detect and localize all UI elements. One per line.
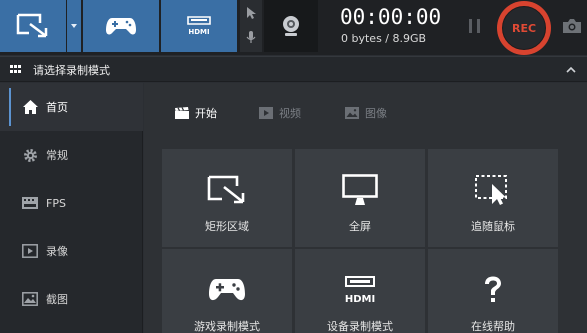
picture-icon	[345, 107, 359, 119]
sidebar-item-label: 常规	[46, 149, 68, 162]
hdmi-icon: HDMI	[187, 16, 211, 36]
tab-image[interactable]: 图像	[345, 104, 387, 122]
gamepad-icon	[162, 273, 292, 307]
sidebar-item-label: FPS	[46, 196, 66, 210]
webcam-icon	[283, 16, 299, 36]
home-icon	[22, 99, 38, 115]
tab-label: 开始	[195, 107, 217, 120]
rectangle-mode-button[interactable]	[0, 0, 66, 52]
gear-icon	[22, 147, 38, 163]
tile-device-mode[interactable]: HDMI 设备录制模式	[295, 249, 425, 333]
rectangle-area-icon	[162, 173, 292, 207]
tile-label: 游戏录制模式	[194, 320, 260, 333]
sidebar-item-general[interactable]: 常规	[0, 131, 143, 179]
question-icon	[428, 273, 558, 307]
record-label: REC	[502, 6, 546, 50]
sidebar-item-label: 录像	[46, 245, 68, 258]
microphone-icon[interactable]	[244, 30, 258, 44]
top-toolbar: HDMI 00:00:00 0 bytes / 8.9GB REC	[0, 0, 587, 55]
sidebar-item-video[interactable]: 录像	[0, 227, 143, 275]
webcam-button[interactable]	[264, 0, 318, 52]
file-size-readout: 0 bytes / 8.9GB	[341, 32, 427, 45]
sidebar: 首页 常规 FPS 录像 截图	[0, 83, 143, 333]
pause-button[interactable]	[469, 19, 481, 33]
sidebar-item-label: 截图	[46, 293, 68, 306]
monitor-icon	[295, 173, 425, 207]
camera-icon[interactable]	[562, 18, 582, 34]
gamepad-icon	[106, 18, 136, 35]
mode-select-bar: 请选择录制模式	[0, 56, 587, 82]
mode-select-title: 请选择录制模式	[33, 64, 110, 77]
hdmi-label: HDMI	[345, 294, 375, 304]
record-timer: 00:00:00	[340, 5, 442, 29]
play-icon	[259, 107, 273, 119]
hdmi-mode-button[interactable]: HDMI	[161, 0, 237, 52]
tile-label: 设备录制模式	[327, 320, 393, 333]
tile-online-help[interactable]: 在线帮助	[428, 249, 558, 333]
tile-label: 追随鼠标	[471, 220, 515, 233]
sidebar-item-home[interactable]: 首页	[0, 83, 143, 131]
mode-dropdown-button[interactable]	[67, 0, 81, 52]
hdmi-icon: HDMI	[295, 273, 425, 307]
sidebar-item-screenshot[interactable]: 截图	[0, 275, 143, 323]
cursor-source-icon[interactable]	[244, 6, 258, 20]
tab-label: 图像	[365, 107, 387, 120]
tab-label: 视频	[279, 107, 301, 120]
sidebar-item-fps[interactable]: FPS	[0, 179, 143, 227]
tile-follow-mouse[interactable]: 追随鼠标	[428, 149, 558, 247]
video-icon	[22, 243, 38, 259]
fps-icon	[22, 195, 38, 211]
image-icon	[22, 291, 38, 307]
pause-icon	[469, 19, 472, 33]
tile-label: 全屏	[349, 220, 371, 233]
tile-rectangle-area[interactable]: 矩形区域	[162, 149, 292, 247]
tile-label: 在线帮助	[471, 320, 515, 333]
record-button[interactable]: REC	[497, 1, 551, 55]
sidebar-item-label: 首页	[46, 101, 68, 114]
tile-game-mode[interactable]: 游戏录制模式	[162, 249, 292, 333]
rectangle-mode-icon	[16, 13, 48, 38]
follow-mouse-icon	[428, 173, 558, 207]
grid-icon	[10, 65, 21, 73]
clapper-icon	[175, 107, 189, 119]
game-mode-button[interactable]	[83, 0, 159, 52]
chevron-down-icon	[71, 24, 77, 28]
tile-label: 矩形区域	[205, 220, 249, 233]
chevron-up-icon[interactable]	[566, 66, 576, 73]
hdmi-label: HDMI	[188, 28, 209, 36]
source-column	[240, 0, 262, 52]
tile-fullscreen[interactable]: 全屏	[295, 149, 425, 247]
tab-start[interactable]: 开始	[175, 104, 217, 122]
main-panel: 开始 视频 图像 矩形区域 全屏 追随鼠标 游戏录制模式 HDMI 设备录制模式…	[144, 83, 587, 333]
tab-video[interactable]: 视频	[259, 104, 301, 122]
